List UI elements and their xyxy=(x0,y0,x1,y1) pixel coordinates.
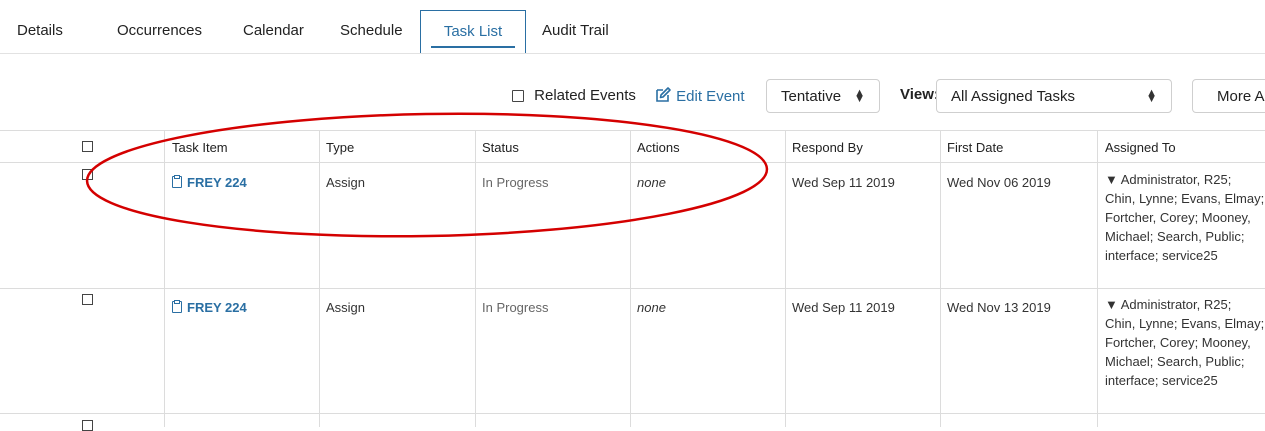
table-header-border xyxy=(0,162,1265,163)
row-divider xyxy=(0,413,1265,414)
tab-task-list-label: Task List xyxy=(443,23,503,40)
select-arrows-icon: ▲ ▼ xyxy=(854,87,865,105)
more-actions-label: More Ac xyxy=(1217,87,1265,105)
task-item-link[interactable]: FREY 224 xyxy=(172,300,247,315)
column-divider xyxy=(940,130,941,427)
column-divider xyxy=(1097,130,1098,427)
tab-task-list[interactable]: Task List xyxy=(420,10,526,54)
header-actions[interactable]: Actions xyxy=(637,140,680,155)
tab-bar: Details Occurrences Calendar Schedule Ta… xyxy=(0,0,1265,56)
task-first-date: Wed Nov 13 2019 xyxy=(947,300,1051,315)
column-divider xyxy=(785,130,786,427)
task-item-link[interactable]: FREY 224 xyxy=(172,175,247,190)
column-divider xyxy=(164,130,165,427)
task-assigned-to[interactable]: ▼ Administrator, R25; Chin, Lynne; Evans… xyxy=(1105,170,1265,265)
task-item-label: FREY 224 xyxy=(187,300,247,315)
task-actions: none xyxy=(637,175,666,190)
tab-details[interactable]: Details xyxy=(17,22,63,39)
active-tab-indicator xyxy=(431,46,515,48)
edit-event-button[interactable]: Edit Event xyxy=(654,86,745,105)
tab-occurrences[interactable]: Occurrences xyxy=(117,22,202,39)
view-select-value: All Assigned Tasks xyxy=(951,87,1075,105)
event-state-value: Tentative xyxy=(781,87,842,105)
column-divider xyxy=(319,130,320,427)
header-first-date[interactable]: First Date xyxy=(947,140,1003,155)
column-divider xyxy=(475,130,476,427)
row-checkbox[interactable] xyxy=(82,169,93,180)
task-item-label: FREY 224 xyxy=(187,175,247,190)
tab-divider xyxy=(0,53,1265,54)
annotation-ellipse xyxy=(85,112,769,238)
header-status[interactable]: Status xyxy=(482,140,519,155)
related-events-checkbox[interactable] xyxy=(512,90,524,103)
select-arrows-icon: ▲ ▼ xyxy=(1146,87,1157,105)
related-events-label: Related Events xyxy=(534,87,636,104)
tab-schedule[interactable]: Schedule xyxy=(340,22,403,39)
edit-event-label: Edit Event xyxy=(676,88,745,105)
task-type: Assign xyxy=(326,300,366,315)
related-events-toggle[interactable]: Related Events xyxy=(512,87,636,104)
tab-audit-trail[interactable]: Audit Trail xyxy=(542,22,609,39)
tab-calendar[interactable]: Calendar xyxy=(243,22,304,39)
task-respond-by: Wed Sep 11 2019 xyxy=(792,300,895,315)
view-label: View: xyxy=(900,86,939,103)
row-checkbox[interactable] xyxy=(82,420,93,431)
event-state-select[interactable]: Tentative ▲ ▼ xyxy=(766,79,880,113)
table-top-border xyxy=(0,130,1265,131)
row-divider xyxy=(0,288,1265,289)
more-actions-button[interactable]: More Ac xyxy=(1192,79,1265,113)
column-divider xyxy=(630,130,631,427)
clipboard-icon xyxy=(172,300,182,313)
edit-icon xyxy=(656,87,671,102)
task-first-date: Wed Nov 06 2019 xyxy=(947,175,1051,190)
task-type: Assign xyxy=(326,175,366,190)
row-checkbox[interactable] xyxy=(82,294,93,305)
select-all-checkbox[interactable] xyxy=(82,141,93,152)
header-type[interactable]: Type xyxy=(326,140,354,155)
task-assigned-to[interactable]: ▼ Administrator, R25; Chin, Lynne; Evans… xyxy=(1105,295,1265,390)
header-assigned-to[interactable]: Assigned To xyxy=(1105,140,1176,155)
header-respond-by[interactable]: Respond By xyxy=(792,140,863,155)
task-status: In Progress xyxy=(482,300,549,315)
view-select[interactable]: All Assigned Tasks ▲ ▼ xyxy=(936,79,1172,113)
task-status: In Progress xyxy=(482,175,549,190)
clipboard-icon xyxy=(172,175,182,188)
task-actions: none xyxy=(637,300,666,315)
task-respond-by: Wed Sep 11 2019 xyxy=(792,175,895,190)
header-task-item[interactable]: Task Item xyxy=(172,140,228,155)
